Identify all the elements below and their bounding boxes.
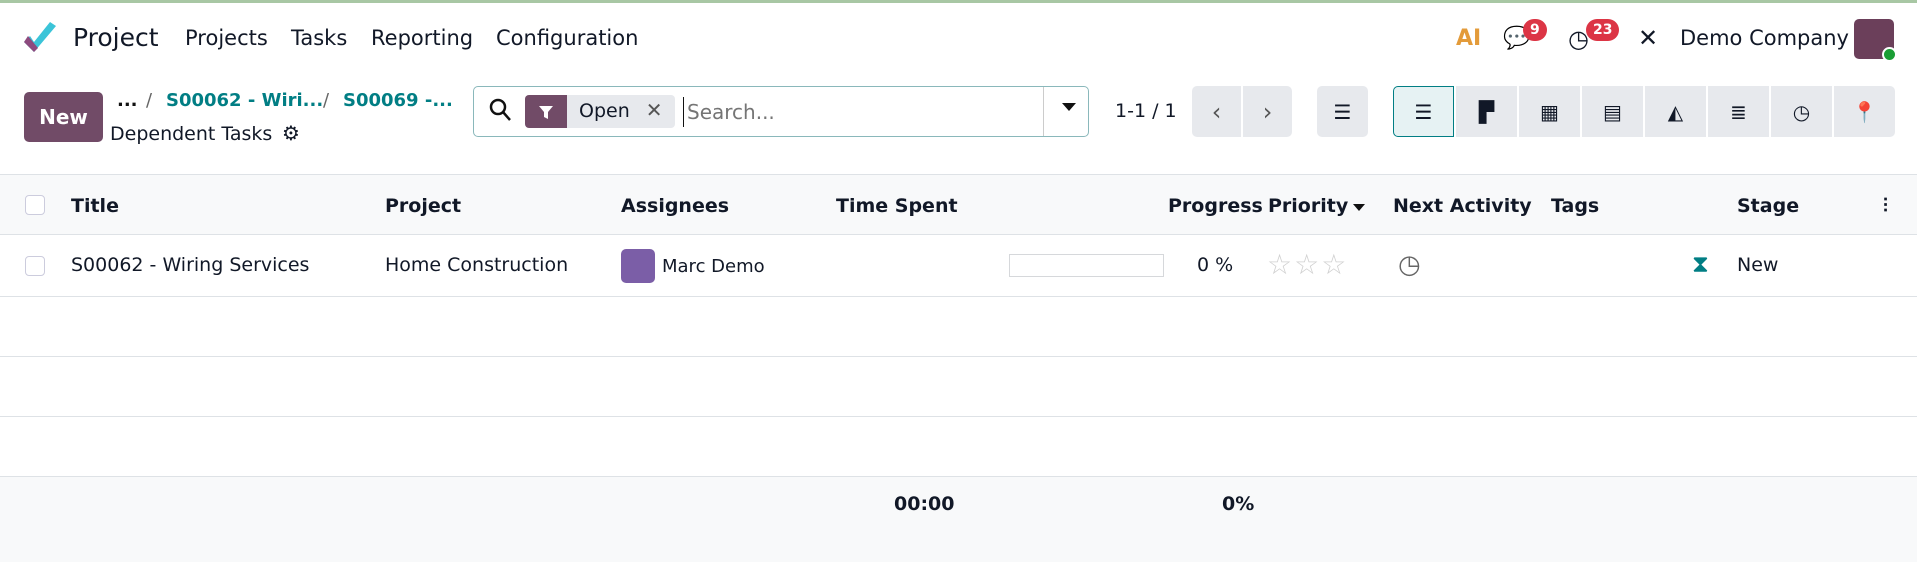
app-name[interactable]: Project bbox=[73, 23, 159, 52]
pager-previous-button[interactable]: ‹ bbox=[1192, 86, 1241, 137]
priority-stars[interactable]: ☆☆☆ bbox=[1267, 248, 1348, 281]
view-gantt-button[interactable]: ≣ bbox=[1708, 86, 1769, 137]
view-calendar-button[interactable]: ▦ bbox=[1519, 86, 1580, 137]
view-pivot-button[interactable]: ▤ bbox=[1582, 86, 1643, 137]
tools-icon[interactable]: ✕ bbox=[1638, 24, 1658, 52]
header-progress[interactable]: Progress bbox=[1168, 195, 1263, 217]
view-map-button[interactable]: 📍 bbox=[1834, 86, 1895, 137]
header-project[interactable]: Project bbox=[385, 195, 461, 217]
pager-next-button[interactable]: › bbox=[1243, 86, 1292, 137]
activity-clock-icon[interactable]: ◷ bbox=[1398, 250, 1421, 280]
header-time-spent[interactable]: Time Spent bbox=[836, 195, 958, 217]
activities-badge: 23 bbox=[1586, 19, 1620, 41]
messages-badge: 9 bbox=[1523, 19, 1547, 41]
select-all-checkbox[interactable] bbox=[25, 195, 45, 215]
task-project: Home Construction bbox=[385, 254, 569, 276]
kanban-icon: ▛ bbox=[1478, 99, 1495, 124]
area-chart-icon: ◭ bbox=[1667, 99, 1684, 124]
new-button[interactable]: New bbox=[24, 92, 103, 142]
total-time-spent: 00:00 bbox=[894, 493, 955, 515]
search-bar[interactable]: Open ✕ bbox=[473, 86, 1089, 137]
table-row[interactable]: S00062 - Wiring Services Home Constructi… bbox=[0, 235, 1917, 297]
remove-facet-icon[interactable]: ✕ bbox=[642, 95, 675, 128]
map-marker-icon: 📍 bbox=[1852, 99, 1877, 124]
gear-icon[interactable]: ⚙ bbox=[282, 121, 300, 145]
pivot-table-icon: ▤ bbox=[1603, 99, 1622, 124]
search-icon bbox=[488, 97, 512, 128]
breadcrumb-s00062[interactable]: S00062 - Wiri... bbox=[166, 90, 323, 111]
header-next-activity[interactable]: Next Activity bbox=[1393, 195, 1532, 217]
progress-label: 0 % bbox=[1197, 254, 1234, 276]
facet-label: Open bbox=[579, 100, 630, 122]
calendar-icon: ▦ bbox=[1540, 99, 1559, 124]
top-border bbox=[0, 0, 1917, 3]
page-title: Dependent Tasks bbox=[110, 123, 273, 145]
company-switcher[interactable]: Demo Company bbox=[1680, 26, 1849, 50]
ai-icon[interactable]: AI bbox=[1456, 26, 1481, 51]
empty-row bbox=[0, 357, 1917, 417]
list-icon: ☰ bbox=[1414, 99, 1433, 124]
breadcrumb-separator: / bbox=[146, 90, 153, 111]
star-icon[interactable]: ☆ bbox=[1294, 248, 1321, 281]
progress-bar bbox=[1009, 254, 1164, 277]
view-graph-button[interactable]: ◭ bbox=[1645, 86, 1706, 137]
hourglass-icon: ⧗ bbox=[1692, 250, 1709, 278]
menu-tasks[interactable]: Tasks bbox=[291, 26, 347, 50]
menu-reporting[interactable]: Reporting bbox=[371, 26, 473, 50]
user-avatar[interactable] bbox=[1854, 19, 1897, 62]
header-title[interactable]: Title bbox=[71, 195, 119, 217]
filter-icon bbox=[525, 95, 567, 128]
search-options-toggle[interactable] bbox=[1062, 103, 1076, 111]
table-header: Title Project Assignees Time Spent Progr… bbox=[0, 174, 1917, 235]
header-priority[interactable]: Priority bbox=[1268, 195, 1348, 217]
view-kanban-button[interactable]: ▛ bbox=[1456, 86, 1517, 137]
star-icon[interactable]: ☆ bbox=[1267, 248, 1294, 281]
assignee-avatar[interactable] bbox=[621, 249, 655, 283]
filter-settings-button[interactable]: ☰ bbox=[1317, 86, 1368, 137]
header-assignees[interactable]: Assignees bbox=[621, 195, 729, 217]
search-input[interactable] bbox=[683, 97, 1053, 127]
table-footer: 00:00 0% bbox=[0, 476, 1917, 562]
task-title[interactable]: S00062 - Wiring Services bbox=[71, 254, 309, 276]
breadcrumb-separator: / bbox=[323, 90, 330, 111]
filter-facet-open[interactable]: Open ✕ bbox=[525, 95, 675, 128]
menu-configuration[interactable]: Configuration bbox=[496, 26, 638, 50]
total-progress: 0% bbox=[1222, 493, 1255, 515]
empty-row bbox=[0, 417, 1917, 476]
empty-row bbox=[0, 297, 1917, 357]
breadcrumb-s00069[interactable]: S00069 -... bbox=[343, 90, 453, 111]
gantt-icon: ≣ bbox=[1730, 99, 1747, 124]
view-activity-button[interactable]: ◷ bbox=[1771, 86, 1832, 137]
task-stage: New bbox=[1737, 254, 1779, 276]
view-list-button[interactable]: ☰ bbox=[1393, 86, 1454, 137]
sliders-icon: ☰ bbox=[1333, 99, 1352, 124]
divider bbox=[1043, 87, 1044, 136]
star-icon[interactable]: ☆ bbox=[1321, 248, 1348, 281]
online-status-dot bbox=[1882, 47, 1897, 62]
header-tags[interactable]: Tags bbox=[1551, 195, 1599, 217]
pager-value[interactable]: 1-1 / 1 bbox=[1115, 100, 1177, 122]
optional-columns-icon[interactable]: ⫶ bbox=[1883, 195, 1888, 217]
clock-icon: ◷ bbox=[1792, 99, 1811, 124]
sort-desc-icon bbox=[1353, 204, 1365, 211]
menu-projects[interactable]: Projects bbox=[185, 26, 268, 50]
row-checkbox[interactable] bbox=[25, 256, 45, 276]
assignee-name: Marc Demo bbox=[662, 256, 765, 277]
app-logo-icon[interactable] bbox=[22, 22, 58, 61]
header-stage[interactable]: Stage bbox=[1737, 195, 1799, 217]
breadcrumb-ellipsis[interactable]: ... bbox=[117, 90, 138, 111]
